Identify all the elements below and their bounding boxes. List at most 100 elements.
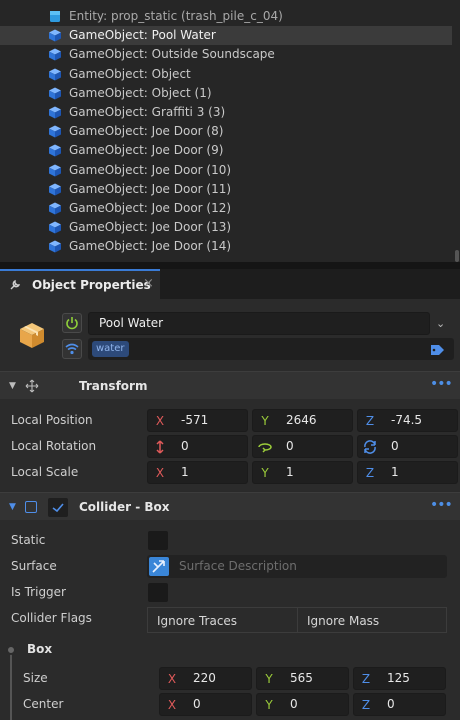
hierarchy-item[interactable]: Entity: prop_static (trash_pile_c_04): [0, 7, 452, 26]
more-options-icon[interactable]: •••: [430, 497, 453, 513]
collider-flags-label: Collider Flags: [11, 611, 92, 625]
hierarchy-item[interactable]: GameObject: Joe Door (12): [0, 199, 452, 218]
rotation-roll-field[interactable]: 0: [357, 435, 458, 458]
collapse-caret-icon[interactable]: ▼: [9, 381, 16, 391]
position-x-value: -571: [181, 413, 209, 427]
hierarchy-item-label: GameObject: Object (1): [69, 85, 212, 100]
surface-label: Surface: [11, 559, 57, 573]
hierarchy-item[interactable]: GameObject: Outside Soundscape: [0, 45, 452, 64]
chevron-down-icon[interactable]: ⌄: [436, 317, 445, 330]
center-y-value: 0: [290, 697, 298, 711]
surface-placeholder: Surface Description: [179, 559, 297, 573]
hierarchy-item[interactable]: GameObject: Joe Door (8): [0, 122, 452, 141]
hierarchy-item[interactable]: GameObject: Joe Door (11): [0, 180, 452, 199]
pitch-icon: [148, 436, 172, 457]
scale-x-value: 1: [181, 465, 189, 479]
size-x-value: 220: [193, 671, 216, 685]
gameobject-cube-icon: [49, 106, 61, 119]
position-z-field[interactable]: Z -74.5: [357, 409, 458, 432]
axis-x-label: X: [167, 697, 177, 712]
position-x-field[interactable]: X -571: [147, 409, 248, 432]
transform-move-icon: [25, 379, 39, 393]
gameobject-cube-icon: [49, 87, 61, 100]
gameobject-cube-icon: [49, 48, 61, 61]
roll-icon: [358, 436, 382, 457]
size-y-value: 565: [290, 671, 313, 685]
is-trigger-checkbox[interactable]: [148, 583, 168, 602]
hierarchy-scrollbar[interactable]: [455, 250, 459, 262]
tab-label: Object Properties: [32, 278, 151, 292]
ignore-traces-button[interactable]: Ignore Traces: [147, 607, 298, 633]
more-options-icon[interactable]: •••: [430, 376, 453, 392]
axis-x-label: X: [167, 671, 177, 686]
group-tree-node[interactable]: [6, 645, 16, 655]
position-y-field[interactable]: Y 2646: [252, 409, 353, 432]
component-select-checkbox[interactable]: [25, 501, 37, 513]
center-z-field[interactable]: Z 0: [353, 693, 446, 716]
static-checkbox[interactable]: [148, 531, 168, 550]
enable-toggle-button[interactable]: [62, 313, 82, 333]
hierarchy-item[interactable]: GameObject: Joe Door (14): [0, 237, 452, 256]
hierarchy-item-label: GameObject: Graffiti 3 (3): [69, 105, 226, 119]
gameobject-cube-icon: [49, 68, 61, 81]
hierarchy-item-label: GameObject: Object: [69, 66, 191, 81]
hierarchy-item-label: GameObject: Joe Door (10): [69, 162, 232, 177]
hierarchy-item[interactable]: GameObject: Joe Door (13): [0, 218, 452, 237]
scale-y-value: 1: [286, 465, 294, 479]
surface-field[interactable]: Surface Description: [147, 555, 447, 578]
gameobject-cube-icon: [49, 240, 61, 253]
size-x-field[interactable]: X 220: [159, 667, 252, 690]
object-name-input[interactable]: Pool Water: [88, 312, 430, 335]
gameobject-cube-icon: [49, 125, 61, 138]
center-z-value: 0: [387, 697, 395, 711]
scale-z-field[interactable]: Z 1: [357, 461, 458, 484]
size-z-value: 125: [387, 671, 410, 685]
tags-field[interactable]: water: [88, 338, 454, 360]
size-y-field[interactable]: Y 565: [256, 667, 349, 690]
hierarchy-item-label: GameObject: Pool Water: [69, 28, 216, 43]
tab-close-icon[interactable]: ×: [143, 276, 154, 291]
transform-title: Transform: [79, 379, 148, 393]
center-x-field[interactable]: X 0: [159, 693, 252, 716]
tag-chip[interactable]: water: [92, 341, 129, 357]
axis-z-label: Z: [365, 413, 375, 428]
hierarchy-item[interactable]: GameObject: Joe Door (10): [0, 161, 452, 180]
scene-hierarchy: Entity: prop_static (trash_pile_c_04) Gam…: [0, 0, 460, 262]
component-enabled-checkbox[interactable]: [48, 498, 68, 517]
transform-section-header[interactable]: ▼ Transform •••: [0, 371, 460, 399]
collapse-caret-icon[interactable]: ▼: [9, 502, 16, 512]
hierarchy-item[interactable]: GameObject: Graffiti 3 (3): [0, 103, 452, 122]
checkmark-icon: [52, 503, 64, 513]
position-y-value: 2646: [286, 413, 317, 427]
local-position-label: Local Position: [11, 413, 93, 427]
hierarchy-item-label: GameObject: Joe Door (13): [69, 220, 232, 235]
tab-object-properties[interactable]: Object Properties ×: [0, 269, 160, 299]
scale-y-field[interactable]: Y 1: [252, 461, 353, 484]
object-name-value: Pool Water: [99, 316, 164, 330]
hierarchy-item-label: GameObject: Joe Door (11): [69, 181, 232, 196]
surface-pick-icon[interactable]: [149, 557, 169, 576]
hierarchy-item[interactable]: GameObject: Object: [0, 65, 452, 84]
object-header: Pool Water ⌄ water: [0, 299, 460, 371]
rotation-pitch-field[interactable]: 0: [147, 435, 248, 458]
hierarchy-item[interactable]: GameObject: Object (1): [0, 84, 452, 103]
hierarchy-item-label: Entity: prop_static (trash_pile_c_04): [69, 9, 283, 23]
package-icon: [20, 323, 44, 348]
collider-section-header[interactable]: ▼ Collider - Box •••: [0, 492, 460, 520]
hierarchy-item[interactable]: GameObject: Joe Door (9): [0, 141, 452, 160]
ignore-mass-button[interactable]: Ignore Mass: [297, 607, 447, 633]
size-label: Size: [23, 671, 48, 685]
rotation-yaw-field[interactable]: 0: [252, 435, 353, 458]
transform-panel: Local Position X -571 Y 2646 Z -74.5 Loc…: [0, 399, 460, 491]
hierarchy-item-label: GameObject: Joe Door (8): [69, 124, 224, 139]
axis-z-label: Z: [361, 697, 371, 712]
size-z-field[interactable]: Z 125: [353, 667, 446, 690]
hierarchy-item[interactable]: GameObject: Pool Water: [0, 26, 452, 46]
center-y-field[interactable]: Y 0: [256, 693, 349, 716]
tag-add-icon[interactable]: [430, 342, 446, 356]
panel-divider[interactable]: [0, 262, 460, 269]
network-mode-button[interactable]: [62, 339, 82, 359]
gameobject-cube-icon: [49, 144, 61, 157]
scale-x-field[interactable]: X 1: [147, 461, 248, 484]
axis-y-label: Y: [265, 671, 273, 686]
